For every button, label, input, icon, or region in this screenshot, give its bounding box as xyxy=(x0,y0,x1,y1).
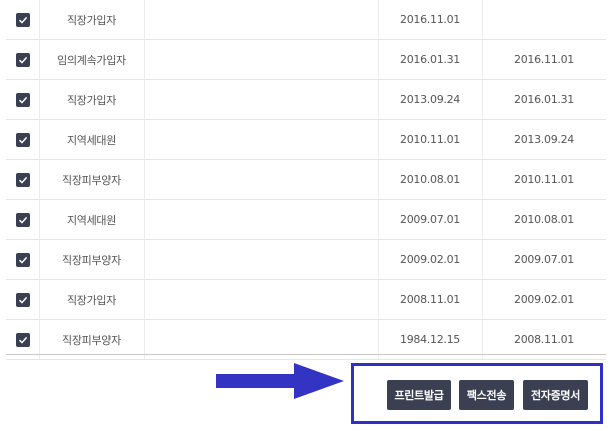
table-row: 지역세대원 2009.07.01 2010.08.01 xyxy=(6,200,606,240)
subscriber-type: 직장가입자 xyxy=(39,280,145,319)
start-date: 2009.02.01 xyxy=(378,240,483,279)
print-issue-button[interactable]: 프린트발급 xyxy=(387,380,451,410)
e-certificate-button[interactable]: 전자증명서 xyxy=(523,380,588,410)
row-checkbox[interactable] xyxy=(15,292,30,307)
checkmark-icon xyxy=(18,136,27,144)
end-date: 2010.11.01 xyxy=(514,173,574,186)
subscriber-type: 직장피부양자 xyxy=(39,160,145,199)
start-date: 2008.11.01 xyxy=(378,280,483,319)
table-row: 직장가입자 2008.11.01 2009.02.01 xyxy=(6,280,606,320)
start-date: 2009.07.01 xyxy=(378,200,483,239)
subscriber-type: 임의계속가입자 xyxy=(39,40,145,79)
checkmark-icon xyxy=(18,336,27,344)
end-date xyxy=(482,0,606,39)
table-row: 직장피부양자 2009.02.01 2009.07.01 xyxy=(6,240,606,280)
row-checkbox[interactable] xyxy=(15,252,30,267)
start-date: 2013.09.24 xyxy=(378,80,483,119)
subscriber-type: 직장가입자 xyxy=(39,80,145,119)
history-table: 직장가입자 2016.11.01 임의계속가입자 2016.01.31 2016… xyxy=(6,0,606,360)
end-date: 2016.01.31 xyxy=(514,93,574,106)
row-checkbox[interactable] xyxy=(15,212,30,227)
subscriber-type: 지역세대원 xyxy=(39,200,145,239)
checkmark-icon xyxy=(18,296,27,304)
table-bottom-border xyxy=(6,354,606,355)
row-checkbox[interactable] xyxy=(15,172,30,187)
fax-send-button[interactable]: 팩스전송 xyxy=(459,380,514,410)
checkmark-icon xyxy=(18,16,27,24)
table-row: 지역세대원 2010.11.01 2013.09.24 xyxy=(6,120,606,160)
row-checkbox[interactable] xyxy=(15,92,30,107)
end-date: 2013.09.24 xyxy=(514,133,574,146)
checkmark-icon xyxy=(18,56,27,64)
table-row: 직장가입자 2013.09.24 2016.01.31 xyxy=(6,80,606,120)
end-date: 2009.02.01 xyxy=(514,293,574,306)
table-row: 직장피부양자 2010.08.01 2010.11.01 xyxy=(6,160,606,200)
row-checkbox[interactable] xyxy=(15,12,30,27)
start-date: 2016.01.31 xyxy=(378,40,483,79)
arrow-right-icon xyxy=(216,363,344,399)
subscriber-type: 직장가입자 xyxy=(39,0,145,39)
row-checkbox[interactable] xyxy=(15,52,30,67)
start-date: 2010.08.01 xyxy=(378,160,483,199)
table-row: 임의계속가입자 2016.01.31 2016.11.01 xyxy=(6,40,606,80)
end-date: 2016.11.01 xyxy=(514,53,574,66)
table-row: 직장가입자 2016.11.01 xyxy=(6,0,606,40)
start-date: 2016.11.01 xyxy=(378,0,483,39)
checkmark-icon xyxy=(18,176,27,184)
row-checkbox[interactable] xyxy=(15,132,30,147)
action-button-group: 프린트발급 팩스전송 전자증명서 xyxy=(351,363,603,424)
end-date: 2010.08.01 xyxy=(514,213,574,226)
row-checkbox[interactable] xyxy=(15,332,30,347)
checkmark-icon xyxy=(18,216,27,224)
checkmark-icon xyxy=(18,96,27,104)
subscriber-type: 지역세대원 xyxy=(39,120,145,159)
start-date: 2010.11.01 xyxy=(378,120,483,159)
end-date: 2009.07.01 xyxy=(514,253,574,266)
subscriber-type: 직장피부양자 xyxy=(39,240,145,279)
checkmark-icon xyxy=(18,256,27,264)
